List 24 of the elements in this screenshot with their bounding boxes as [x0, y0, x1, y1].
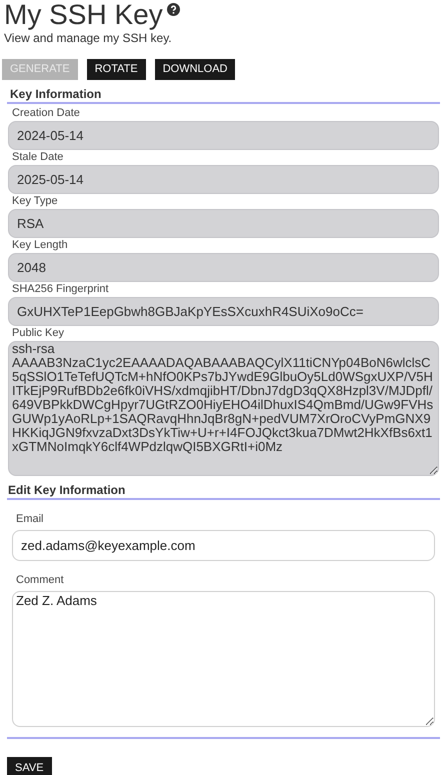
read-only-field[interactable]: 2024-05-14 — [8, 121, 439, 150]
read-only-field[interactable]: RSA — [8, 209, 439, 238]
read-only-field[interactable]: 2048 — [8, 253, 439, 282]
page-subtitle: View and manage my SSH key. — [3, 30, 173, 46]
field-label: Creation Date — [11, 106, 81, 121]
section-heading: Key Information — [9, 86, 102, 102]
comment-field[interactable]: Zed Z. Adams — [12, 591, 435, 727]
field-label: Public Key — [11, 326, 65, 341]
action-button[interactable]: DOWNLOAD — [154, 59, 236, 80]
help-icon[interactable] — [166, 3, 180, 16]
public-key-field[interactable]: ssh-rsa AAAAB3NzaC1yc2EAAAADAQABAAABAQCylX11tiCNYp04BoN6wlclsC5qSSlO1TeTefUQTcM+hNfO0KPs7bJYwdE9GlbuOy5Ld0WSgxUXP/V5HITkEjP9RufBDb2e6fk0iVHS/xdmqjibHT/DbnJ7dgD3qQX8Hzpl3V/MJDpfl/649VBPkkDWCgHpyr7UGtRZO0HiyEHO4ilDhuxIS4QmBmd/UGw9FVHsGUWp1yAoRLp+1SAQRavqHhnJqBr8gN+pedVUM7XrOroCVyPmGNX9HKKiqJGN9fxvzaDxt3DsYkTiw+U+r+I4FOJQkct3kua7DMwt2HkXfBs6xt1xGTMNoImqkY6clf4WPdzlqwQI5BXGRtI+i0Mz — [8, 341, 439, 476]
field-label: Stale Date — [11, 150, 64, 165]
save-button[interactable]: SAVE — [7, 757, 52, 775]
field-label: Key Type — [11, 194, 59, 209]
field-label: Comment — [15, 573, 65, 588]
section-heading: Edit Key Information — [7, 482, 126, 498]
input-field[interactable]: zed.adams@keyexample.com — [12, 530, 435, 561]
read-only-field[interactable]: 2025-05-14 — [8, 165, 439, 194]
read-only-field[interactable]: GxUHXTeP1EepGbwh8GBJaKpYEsSXcuxhR4SUiXo9oCc= — [8, 297, 439, 326]
field-label: Email — [15, 512, 45, 527]
action-button[interactable]: ROTATE — [86, 59, 146, 80]
field-label: Key Length — [11, 238, 69, 253]
field-label: SHA256 Fingerprint — [11, 282, 110, 297]
page-title: My SSH Key — [4, 0, 163, 30]
